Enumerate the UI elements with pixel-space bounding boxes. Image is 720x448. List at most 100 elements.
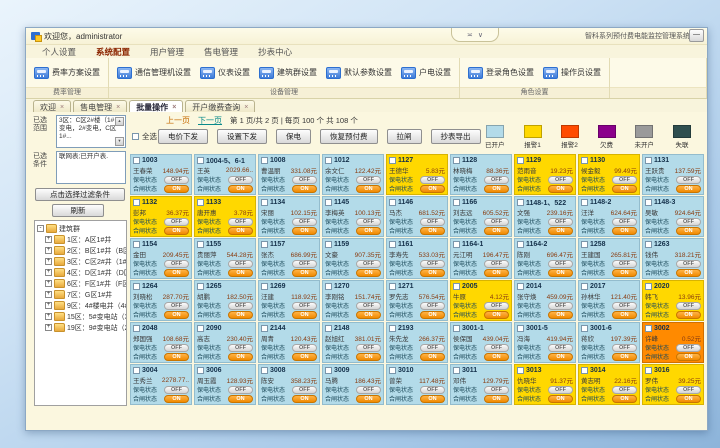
supply-status-toggle[interactable]: OFF xyxy=(676,218,701,226)
supply-status-toggle[interactable]: OFF xyxy=(164,344,189,352)
switch-status-toggle[interactable]: ON xyxy=(612,227,637,235)
room-card[interactable]: 1004-5、6-1王英2029.66..保电状态OFF合闸状态ON xyxy=(194,154,256,195)
room-card[interactable]: 1148-2汪洋624.64元保电状态OFF合闸状态ON xyxy=(578,196,640,237)
menu-tab-2[interactable]: 用户管理 xyxy=(142,45,192,59)
tree-item-4[interactable]: +6区：F区1#井（F区1# xyxy=(37,278,126,289)
supply-status-toggle[interactable]: OFF xyxy=(292,176,317,184)
room-card[interactable]: 3008陈安358.23元保电状态OFF合闸状态ON xyxy=(258,364,320,405)
room-card[interactable]: 1134宋丽102.15元保电状态OFF合闸状态ON xyxy=(258,196,320,237)
room-card[interactable]: 1164-1元江明196.47元保电状态OFF合闸状态ON xyxy=(450,238,512,279)
supply-status-toggle[interactable]: OFF xyxy=(228,260,253,268)
supply-status-toggle[interactable]: OFF xyxy=(164,176,189,184)
switch-status-toggle[interactable]: ON xyxy=(676,185,701,193)
card-checkbox[interactable] xyxy=(645,325,652,332)
supply-status-toggle[interactable]: OFF xyxy=(228,344,253,352)
tree-item-8[interactable]: +19区：9#变电站（2# xyxy=(37,322,126,333)
supply-status-toggle[interactable]: OFF xyxy=(548,386,573,394)
card-checkbox[interactable] xyxy=(197,325,204,332)
menu-tab-0[interactable]: 个人设置 xyxy=(34,45,84,59)
tree-item-0[interactable]: +1区：A区1#井 xyxy=(37,234,126,245)
room-card[interactable]: 1155贵丽萍544.28元保电状态OFF合闸状态ON xyxy=(194,238,256,279)
supply-status-toggle[interactable]: OFF xyxy=(548,260,573,268)
room-card[interactable]: 3011邓伟129.79元保电状态OFF合闸状态ON xyxy=(450,364,512,405)
switch-status-toggle[interactable]: ON xyxy=(356,395,381,403)
room-card[interactable]: 1130候金毅99.49元保电状态OFF合闸状态ON xyxy=(578,154,640,195)
switch-status-toggle[interactable]: ON xyxy=(164,395,189,403)
supply-status-toggle[interactable]: OFF xyxy=(676,386,701,394)
card-checkbox[interactable] xyxy=(197,241,204,248)
card-checkbox[interactable] xyxy=(133,199,140,206)
room-card[interactable]: 1157张杰686.99元保电状态OFF合闸状态ON xyxy=(258,238,320,279)
supply-status-toggle[interactable]: OFF xyxy=(484,260,509,268)
supply-status-toggle[interactable]: OFF xyxy=(612,176,637,184)
supply-status-toggle[interactable]: OFF xyxy=(420,260,445,268)
switch-status-toggle[interactable]: ON xyxy=(292,269,317,277)
ribbon-button-1-1[interactable]: 仪表设置 xyxy=(200,67,250,79)
card-checkbox[interactable] xyxy=(325,283,332,290)
room-card[interactable]: 2048郑国强108.68元保电状态OFF合闸状态ON xyxy=(130,322,192,363)
close-icon[interactable]: × xyxy=(172,104,176,111)
room-card[interactable]: 3001-1侯保国439.04元保电状态OFF合闸状态ON xyxy=(450,322,512,363)
card-checkbox[interactable] xyxy=(517,283,524,290)
select-all[interactable]: 全选 xyxy=(132,131,157,142)
supply-status-toggle[interactable]: OFF xyxy=(484,386,509,394)
card-checkbox[interactable] xyxy=(261,199,268,206)
card-checkbox[interactable] xyxy=(261,283,268,290)
tree-item-6[interactable]: +9区：4#楼电井（4#楼 xyxy=(37,300,126,311)
room-card[interactable]: 1148-3吴敏924.64元保电状态OFF合闸状态ON xyxy=(642,196,704,237)
room-card[interactable]: 2014张守焕459.09元保电状态OFF合闸状态ON xyxy=(514,280,576,321)
room-card[interactable]: 1129范雨音19.23元保电状态OFF合闸状态ON xyxy=(514,154,576,195)
room-card[interactable]: 1258王建国265.81元保电状态OFF合闸状态ON xyxy=(578,238,640,279)
switch-status-toggle[interactable]: ON xyxy=(420,353,445,361)
ribbon-button-2-0[interactable]: 登录角色设置 xyxy=(468,67,534,79)
card-checkbox[interactable] xyxy=(389,241,396,248)
supply-status-toggle[interactable]: OFF xyxy=(676,176,701,184)
switch-status-toggle[interactable]: ON xyxy=(548,311,573,319)
card-checkbox[interactable] xyxy=(517,325,524,332)
expand-expander-icon[interactable]: + xyxy=(45,269,52,276)
card-checkbox[interactable] xyxy=(389,283,396,290)
switch-status-toggle[interactable]: ON xyxy=(484,395,509,403)
switch-status-toggle[interactable]: ON xyxy=(228,269,253,277)
card-checkbox[interactable] xyxy=(197,157,204,164)
toolbar-button-5[interactable]: 抄表导出 xyxy=(431,129,481,144)
ribbon-button-1-3[interactable]: 默认参数设置 xyxy=(326,67,392,79)
card-checkbox[interactable] xyxy=(645,199,652,206)
switch-status-toggle[interactable]: ON xyxy=(484,353,509,361)
supply-status-toggle[interactable]: OFF xyxy=(420,302,445,310)
prev-page-link[interactable]: 上一页 xyxy=(166,115,190,126)
card-checkbox[interactable] xyxy=(261,241,268,248)
switch-status-toggle[interactable]: ON xyxy=(356,227,381,235)
minimize-button[interactable]: — xyxy=(689,29,704,42)
card-checkbox[interactable] xyxy=(261,367,268,374)
card-checkbox[interactable] xyxy=(517,241,524,248)
room-card[interactable]: 2090高志230.40元保电状态OFF合闸状态ON xyxy=(194,322,256,363)
switch-status-toggle[interactable]: ON xyxy=(484,269,509,277)
switch-status-toggle[interactable]: ON xyxy=(164,311,189,319)
card-checkbox[interactable] xyxy=(133,325,140,332)
supply-status-toggle[interactable]: OFF xyxy=(228,176,253,184)
switch-status-toggle[interactable]: ON xyxy=(420,185,445,193)
scroll-down-icon[interactable]: ▼ xyxy=(115,137,124,146)
close-icon[interactable]: × xyxy=(244,104,248,111)
supply-status-toggle[interactable]: OFF xyxy=(292,260,317,268)
supply-status-toggle[interactable]: OFF xyxy=(612,344,637,352)
tree-root-item[interactable]: -建筑群 xyxy=(37,223,126,234)
toolbar-button-4[interactable]: 拉闸 xyxy=(387,129,422,144)
room-card[interactable]: 1131王跃贵137.59元保电状态OFF合闸状态ON xyxy=(642,154,704,195)
supply-status-toggle[interactable]: OFF xyxy=(676,260,701,268)
switch-status-toggle[interactable]: ON xyxy=(356,185,381,193)
switch-status-toggle[interactable]: ON xyxy=(420,395,445,403)
ribbon-button-2-1[interactable]: 操作员设置 xyxy=(543,67,601,79)
room-card[interactable]: 3009马腾186.43元保电状态OFF合闸状态ON xyxy=(322,364,384,405)
card-checkbox[interactable] xyxy=(133,157,140,164)
room-card[interactable]: 2144周青120.43元保电状态OFF合闸状态ON xyxy=(258,322,320,363)
supply-status-toggle[interactable]: OFF xyxy=(676,302,701,310)
switch-status-toggle[interactable]: ON xyxy=(164,269,189,277)
room-card[interactable]: 1127王德华5.83元保电状态OFF合闸状态ON xyxy=(386,154,448,195)
supply-status-toggle[interactable]: OFF xyxy=(676,344,701,352)
room-card[interactable]: 1154金田209.45元保电状态OFF合闸状态ON xyxy=(130,238,192,279)
card-checkbox[interactable] xyxy=(517,199,524,206)
select-all-checkbox[interactable] xyxy=(132,133,139,140)
card-checkbox[interactable] xyxy=(453,283,460,290)
